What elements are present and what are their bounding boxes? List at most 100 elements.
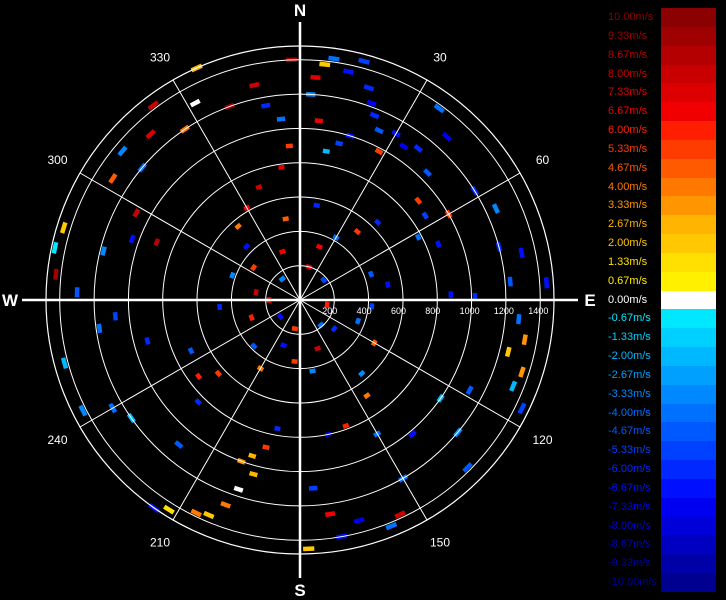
velocity-gate bbox=[334, 140, 344, 147]
legend-swatch bbox=[661, 215, 716, 235]
velocity-gate bbox=[394, 510, 406, 519]
velocity-gate bbox=[509, 380, 518, 392]
legend-label: 6.00m/s bbox=[608, 124, 648, 137]
legend-entry: -8.67m/s bbox=[606, 535, 716, 555]
azimuth-label: 150 bbox=[430, 536, 450, 550]
legend-label: 4.00m/s bbox=[608, 180, 648, 193]
velocity-gate bbox=[147, 100, 160, 111]
legend-label: -3.33m/s bbox=[608, 387, 651, 400]
velocity-gate bbox=[319, 61, 331, 68]
legend-swatch bbox=[661, 158, 716, 178]
legend-entry: 1.33m/s bbox=[606, 252, 716, 272]
velocity-gate bbox=[465, 385, 474, 396]
legend-swatch bbox=[661, 83, 716, 103]
velocity-gate bbox=[374, 126, 384, 135]
velocity-gate bbox=[314, 345, 322, 352]
velocity-gate bbox=[278, 164, 285, 171]
velocity-gate bbox=[322, 148, 330, 155]
legend-label: 2.00m/s bbox=[608, 237, 648, 250]
legend-swatch bbox=[661, 497, 716, 517]
range-label: 600 bbox=[391, 306, 406, 316]
velocity-gate bbox=[521, 334, 528, 346]
velocity-gate bbox=[285, 143, 293, 149]
cardinal-label: W bbox=[2, 291, 19, 310]
velocity-gate bbox=[516, 314, 522, 325]
legend-swatch bbox=[661, 26, 716, 46]
range-label: 200 bbox=[322, 306, 337, 316]
velocity-gate bbox=[308, 485, 318, 491]
legend-entry: 0.67m/s bbox=[606, 271, 716, 291]
velocity-gate bbox=[385, 281, 391, 288]
legend-entry: -4.67m/s bbox=[606, 422, 716, 442]
velocity-gate bbox=[303, 546, 315, 552]
velocity-gate bbox=[504, 346, 512, 358]
spoke-line bbox=[299, 79, 428, 301]
legend-entry: 6.67m/s bbox=[606, 102, 716, 122]
legend-label: -2.67m/s bbox=[608, 368, 651, 381]
velocity-gate bbox=[248, 452, 257, 460]
velocity-gate bbox=[248, 313, 255, 322]
legend-swatch bbox=[661, 234, 716, 253]
velocity-gate bbox=[248, 470, 258, 478]
velocity-gate bbox=[253, 288, 259, 296]
legend-label: -7.33m/s bbox=[608, 500, 651, 513]
legend-swatch bbox=[661, 8, 716, 27]
velocity-gate bbox=[291, 325, 299, 332]
velocity-gate bbox=[517, 402, 527, 415]
legend-entry: 6.00m/s bbox=[606, 121, 716, 140]
velocity-color-legend: 10.00m/s 9.33m/s 8.67m/s 8.00m/s 7.33m/s 6.67… bbox=[606, 8, 716, 592]
azimuth-label: 60 bbox=[536, 153, 550, 167]
velocity-gate bbox=[145, 129, 156, 140]
legend-entry: 7.33m/s bbox=[606, 83, 716, 103]
velocity-gate bbox=[291, 358, 298, 364]
legend-swatch bbox=[661, 121, 716, 140]
legend-label: 7.33m/s bbox=[608, 86, 648, 99]
legend-entry: -7.33m/s bbox=[606, 497, 716, 517]
velocity-gate bbox=[518, 247, 525, 259]
legend-label: 0.67m/s bbox=[608, 274, 648, 287]
velocity-gate bbox=[385, 521, 398, 531]
range-label: 400 bbox=[357, 306, 372, 316]
legend-entry: -4.00m/s bbox=[606, 403, 716, 423]
legend-swatch bbox=[661, 102, 716, 122]
velocity-gate bbox=[278, 275, 287, 283]
velocity-gate bbox=[363, 84, 375, 92]
velocity-gate bbox=[217, 303, 223, 311]
velocity-gate bbox=[255, 184, 263, 191]
velocity-gate bbox=[220, 500, 231, 509]
legend-swatch bbox=[661, 45, 716, 65]
velocity-gate bbox=[373, 218, 382, 227]
legend-label: -6.67m/s bbox=[608, 481, 651, 494]
velocity-gate bbox=[96, 323, 103, 334]
velocity-gate bbox=[74, 287, 80, 298]
legend-label: -9.33m/s bbox=[608, 557, 651, 570]
range-label: 1200 bbox=[494, 306, 514, 316]
range-label: 800 bbox=[425, 306, 440, 316]
velocity-gate bbox=[433, 103, 445, 114]
legend-label: -8.00m/s bbox=[608, 519, 651, 532]
velocity-gate bbox=[276, 116, 286, 122]
velocity-gate bbox=[278, 248, 287, 255]
legend-swatch bbox=[661, 422, 716, 442]
velocity-gate bbox=[229, 271, 236, 279]
velocity-gate bbox=[276, 312, 284, 321]
legend-label: -1.33m/s bbox=[608, 331, 651, 344]
velocity-gate bbox=[163, 504, 175, 515]
legend-label: -0.67m/s bbox=[608, 312, 651, 325]
velocity-gate bbox=[128, 234, 136, 244]
velocity-gate bbox=[242, 242, 251, 251]
velocity-gate bbox=[132, 208, 141, 218]
legend-entry: -6.00m/s bbox=[606, 460, 716, 479]
spoke-line bbox=[299, 299, 428, 521]
legend-swatch bbox=[661, 535, 716, 555]
azimuth-label: 240 bbox=[47, 433, 67, 447]
spoke-line bbox=[79, 172, 301, 301]
velocity-gate bbox=[314, 118, 324, 124]
range-label: 1000 bbox=[460, 306, 480, 316]
legend-swatch bbox=[661, 365, 716, 385]
legend-entry: 5.33m/s bbox=[606, 139, 716, 159]
spoke-line bbox=[299, 299, 521, 428]
legend-label: 10.00m/s bbox=[608, 11, 654, 23]
legend-entry: -8.00m/s bbox=[606, 516, 716, 536]
spoke-line bbox=[299, 172, 521, 301]
